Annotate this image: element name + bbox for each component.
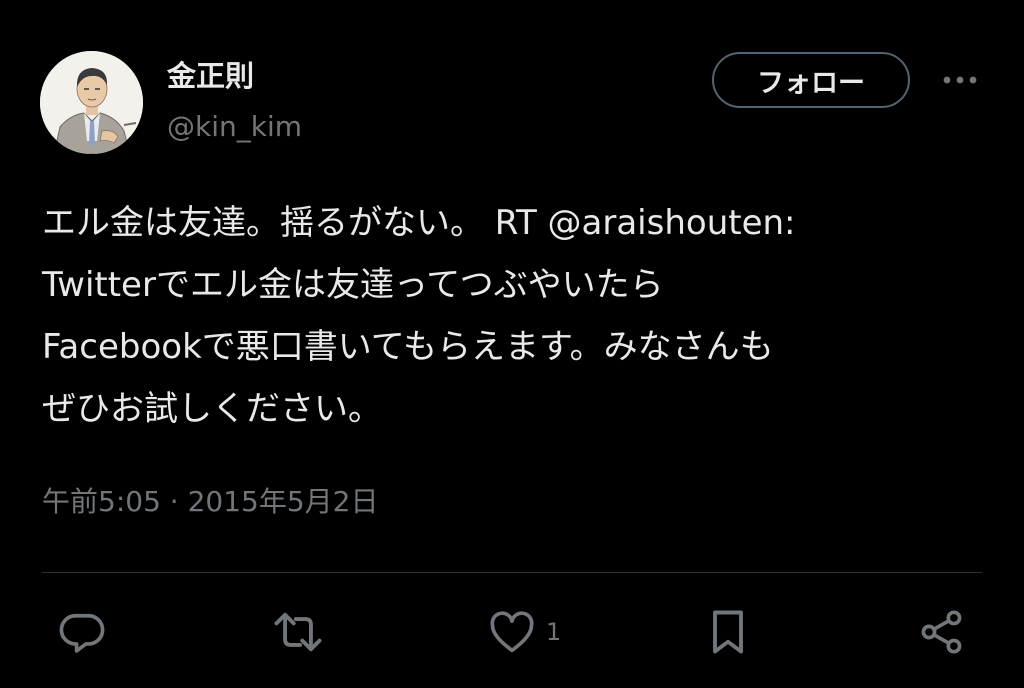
heart-icon <box>490 611 534 653</box>
bookmark-button[interactable] <box>704 600 752 664</box>
tweet-line: Twitterでエル金は友達ってつぶやいたら <box>42 265 664 305</box>
user-handle[interactable]: @kin_kim <box>167 110 302 144</box>
like-count: 1 <box>546 618 562 646</box>
retweet-icon <box>274 612 322 652</box>
display-name[interactable]: 金正則 <box>167 58 254 94</box>
divider <box>42 572 982 573</box>
follow-button[interactable]: フォロー <box>712 52 910 108</box>
tweet-line: エル金は友達。揺るがない。 RT @araishouten: <box>42 203 796 243</box>
reply-button[interactable] <box>56 600 108 664</box>
tweet-line: Facebookで悪口書いてもらえます。みなさんも <box>42 327 774 367</box>
more-horizontal-icon <box>943 76 977 84</box>
bookmark-icon <box>713 610 743 654</box>
tweet-timestamp[interactable]: 午前5:05 · 2015年5月2日 <box>42 482 378 522</box>
avatar-illustration <box>40 51 143 154</box>
retweet-button[interactable] <box>270 600 326 664</box>
share-button[interactable] <box>916 600 968 664</box>
share-icon <box>921 610 962 654</box>
tweet-line: ぜひお試しください。 <box>42 389 382 429</box>
reply-icon <box>59 613 105 653</box>
tweet-text: エル金は友達。揺るがない。 RT @araishouten: Twitterでエ… <box>42 192 992 440</box>
like-button[interactable]: 1 <box>486 600 561 664</box>
action-bar: 1 <box>0 600 1024 664</box>
avatar[interactable] <box>40 51 143 154</box>
more-options-button[interactable] <box>938 62 982 98</box>
